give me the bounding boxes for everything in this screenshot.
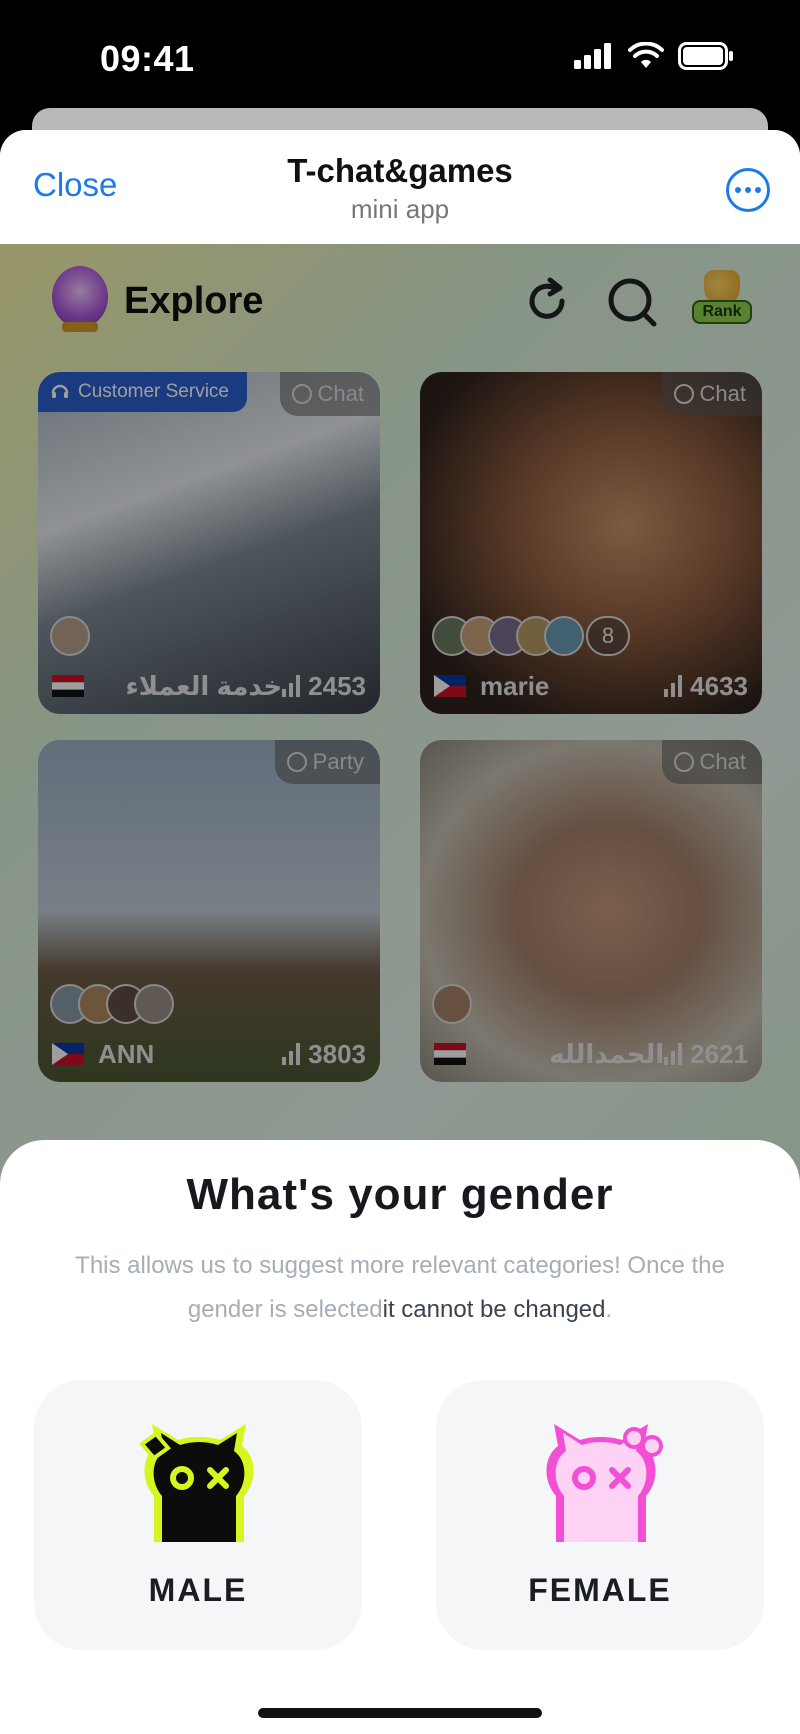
male-label: MALE [148, 1572, 248, 1608]
female-option-button[interactable]: FEMALE [436, 1380, 764, 1650]
more-options-button[interactable] [726, 168, 770, 212]
female-cat-icon [546, 1424, 663, 1542]
battery-icon [678, 42, 733, 70]
home-indicator[interactable] [258, 1708, 542, 1718]
more-dot-icon [745, 187, 751, 193]
status-bar: 09:41 [0, 0, 800, 120]
more-dot-icon [755, 187, 761, 193]
gender-description: This allows us to suggest more relevant … [36, 1244, 764, 1332]
wifi-icon [628, 42, 664, 68]
cellular-signal-icon [574, 43, 611, 69]
status-icons [574, 42, 734, 70]
mini-app-title: T-chat&games [287, 152, 513, 189]
female-label: FEMALE [528, 1572, 672, 1608]
status-time: 09:41 [100, 38, 195, 79]
description-warning: it cannot be changed [382, 1296, 606, 1323]
gender-selection-sheet: What's your gender This allows us to sug… [0, 1140, 800, 1734]
gender-heading: What's your gender [186, 1170, 614, 1219]
mini-app-subtitle: mini app [350, 194, 450, 224]
more-dot-icon [735, 187, 741, 193]
description-end: . [605, 1296, 613, 1323]
male-option-button[interactable]: MALE [34, 1380, 362, 1650]
male-cat-icon [139, 1424, 254, 1542]
mini-app-navbar: Close T-chat&games mini app [0, 130, 800, 244]
